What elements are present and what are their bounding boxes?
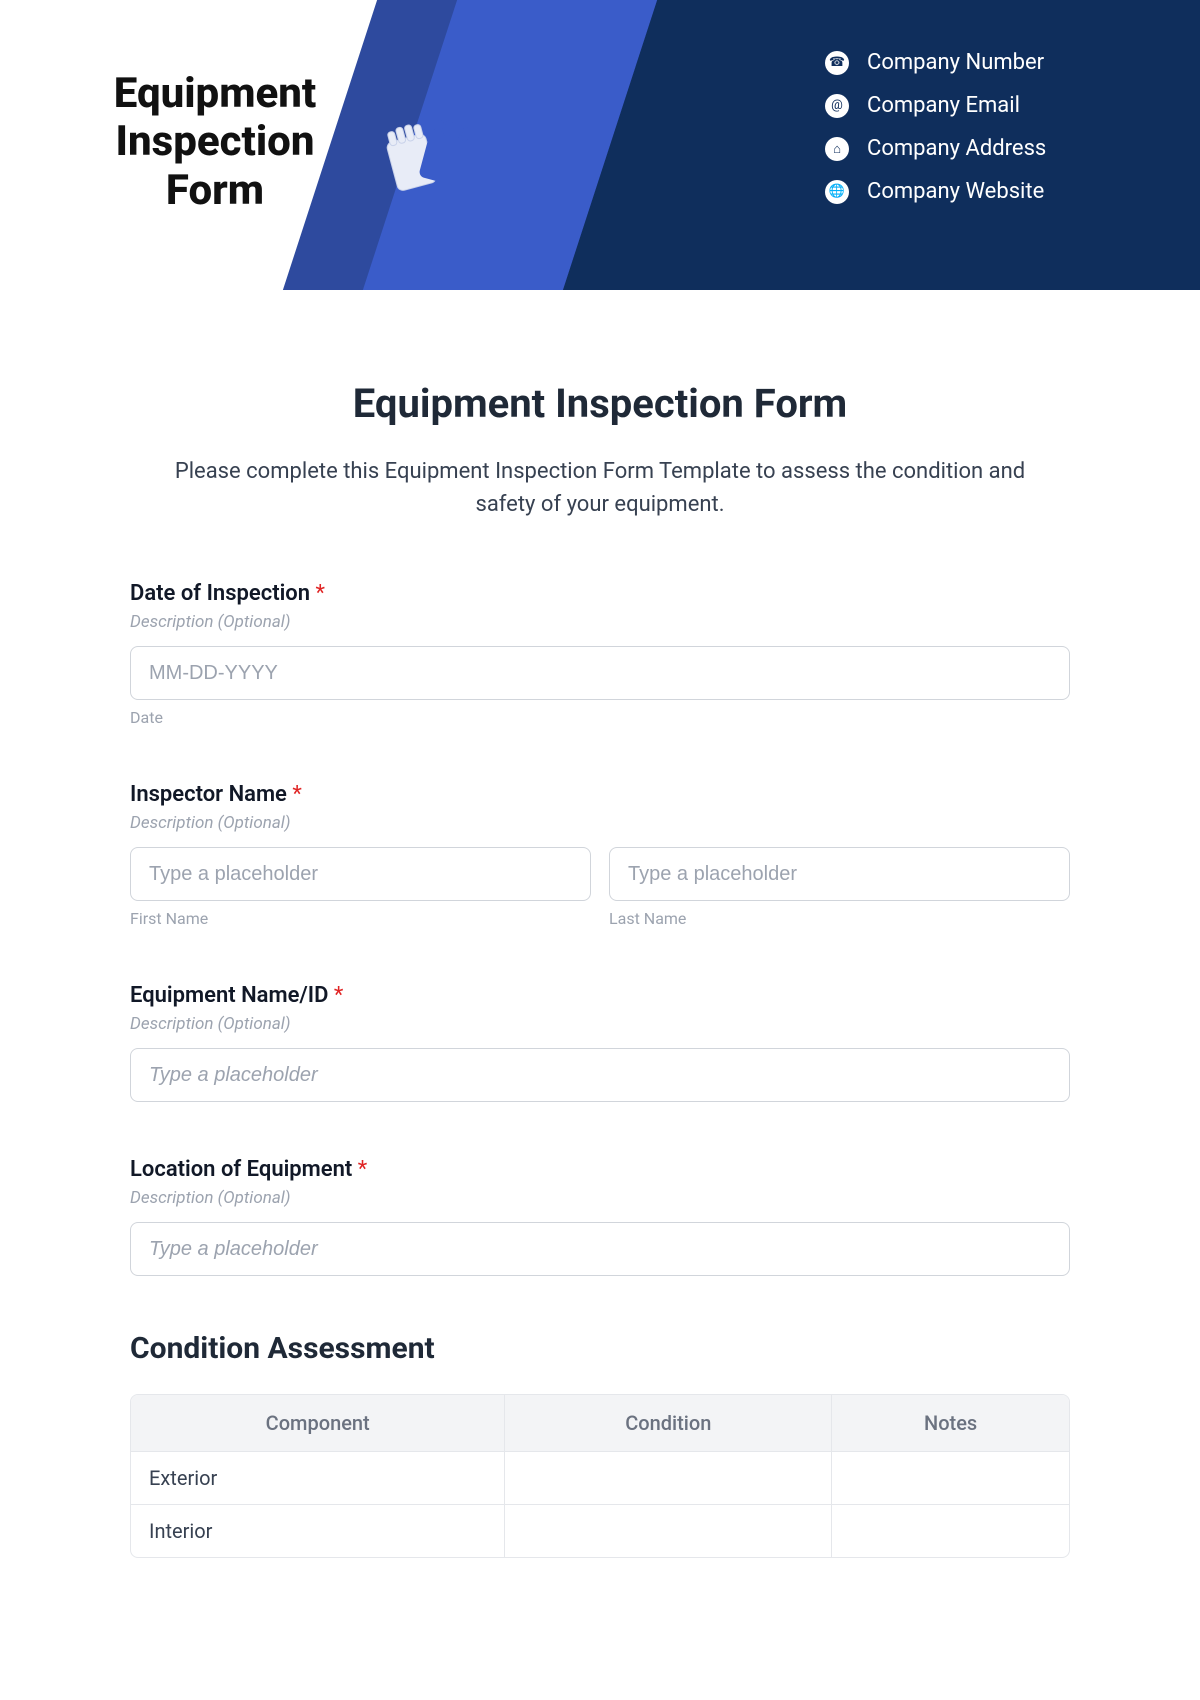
table-header-row: Component Condition Notes	[131, 1395, 1069, 1452]
inspector-label-text: Inspector Name	[130, 782, 287, 807]
cell-component[interactable]: Interior	[131, 1505, 505, 1557]
equipment-description: Description (Optional)	[130, 1014, 1070, 1034]
th-component: Component	[131, 1395, 505, 1452]
location-label: Location of Equipment *	[130, 1157, 1070, 1182]
company-email-row: @ Company Email	[825, 93, 1046, 118]
location-label-text: Location of Equipment	[130, 1157, 352, 1182]
th-notes: Notes	[832, 1395, 1069, 1452]
equipment-label: Equipment Name/ID *	[130, 983, 1070, 1008]
field-inspector: Inspector Name * Description (Optional) …	[130, 782, 1070, 928]
required-asterisk: *	[334, 983, 343, 1008]
table-row: Exterior	[131, 1452, 1069, 1505]
date-label-text: Date of Inspection	[130, 581, 310, 606]
inspector-label: Inspector Name *	[130, 782, 1070, 807]
table-row: Interior	[131, 1505, 1069, 1557]
cell-notes[interactable]	[832, 1505, 1069, 1557]
field-equipment: Equipment Name/ID * Description (Optiona…	[130, 983, 1070, 1102]
inspector-description: Description (Optional)	[130, 813, 1070, 833]
globe-icon: 🌐	[825, 180, 849, 204]
gloves-icon	[370, 115, 500, 209]
equipment-label-text: Equipment Name/ID	[130, 983, 328, 1008]
page-description: Please complete this Equipment Inspectio…	[130, 455, 1070, 521]
header-title-block: Equipment Inspection Form	[85, 70, 345, 215]
company-info: ☎ Company Number @ Company Email ⌂ Compa…	[825, 50, 1046, 222]
last-name-input[interactable]	[609, 847, 1070, 901]
cell-condition[interactable]	[505, 1505, 832, 1557]
date-label: Date of Inspection *	[130, 581, 1070, 606]
location-input[interactable]	[130, 1222, 1070, 1276]
header-banner: Equipment Inspection Form ☎ Company Numb…	[0, 0, 1200, 290]
company-website-row: 🌐 Company Website	[825, 179, 1046, 204]
required-asterisk: *	[316, 581, 325, 606]
cell-component[interactable]: Exterior	[131, 1452, 505, 1505]
company-address: Company Address	[867, 136, 1046, 161]
assessment-heading: Condition Assessment	[130, 1331, 1070, 1366]
date-description: Description (Optional)	[130, 612, 1070, 632]
company-address-row: ⌂ Company Address	[825, 136, 1046, 161]
required-asterisk: *	[292, 782, 301, 807]
field-location: Location of Equipment * Description (Opt…	[130, 1157, 1070, 1276]
cell-notes[interactable]	[832, 1452, 1069, 1505]
equipment-input[interactable]	[130, 1048, 1070, 1102]
cell-condition[interactable]	[505, 1452, 832, 1505]
home-icon: ⌂	[825, 137, 849, 161]
location-description: Description (Optional)	[130, 1188, 1070, 1208]
first-name-input[interactable]	[130, 847, 591, 901]
field-date: Date of Inspection * Description (Option…	[130, 581, 1070, 727]
email-icon: @	[825, 94, 849, 118]
company-number: Company Number	[867, 50, 1044, 75]
date-sublabel: Date	[130, 708, 1070, 727]
phone-icon: ☎	[825, 51, 849, 75]
first-name-sublabel: First Name	[130, 909, 591, 928]
company-number-row: ☎ Company Number	[825, 50, 1046, 75]
header-title: Equipment Inspection Form	[85, 70, 345, 215]
date-input[interactable]	[130, 646, 1070, 700]
required-asterisk: *	[358, 1157, 367, 1182]
company-email: Company Email	[867, 93, 1020, 118]
assessment-table: Component Condition Notes Exterior Inter…	[130, 1394, 1070, 1558]
form-body: Equipment Inspection Form Please complet…	[0, 290, 1200, 1598]
last-name-sublabel: Last Name	[609, 909, 1070, 928]
th-condition: Condition	[505, 1395, 832, 1452]
company-website: Company Website	[867, 179, 1044, 204]
page-title: Equipment Inspection Form	[130, 380, 1070, 427]
